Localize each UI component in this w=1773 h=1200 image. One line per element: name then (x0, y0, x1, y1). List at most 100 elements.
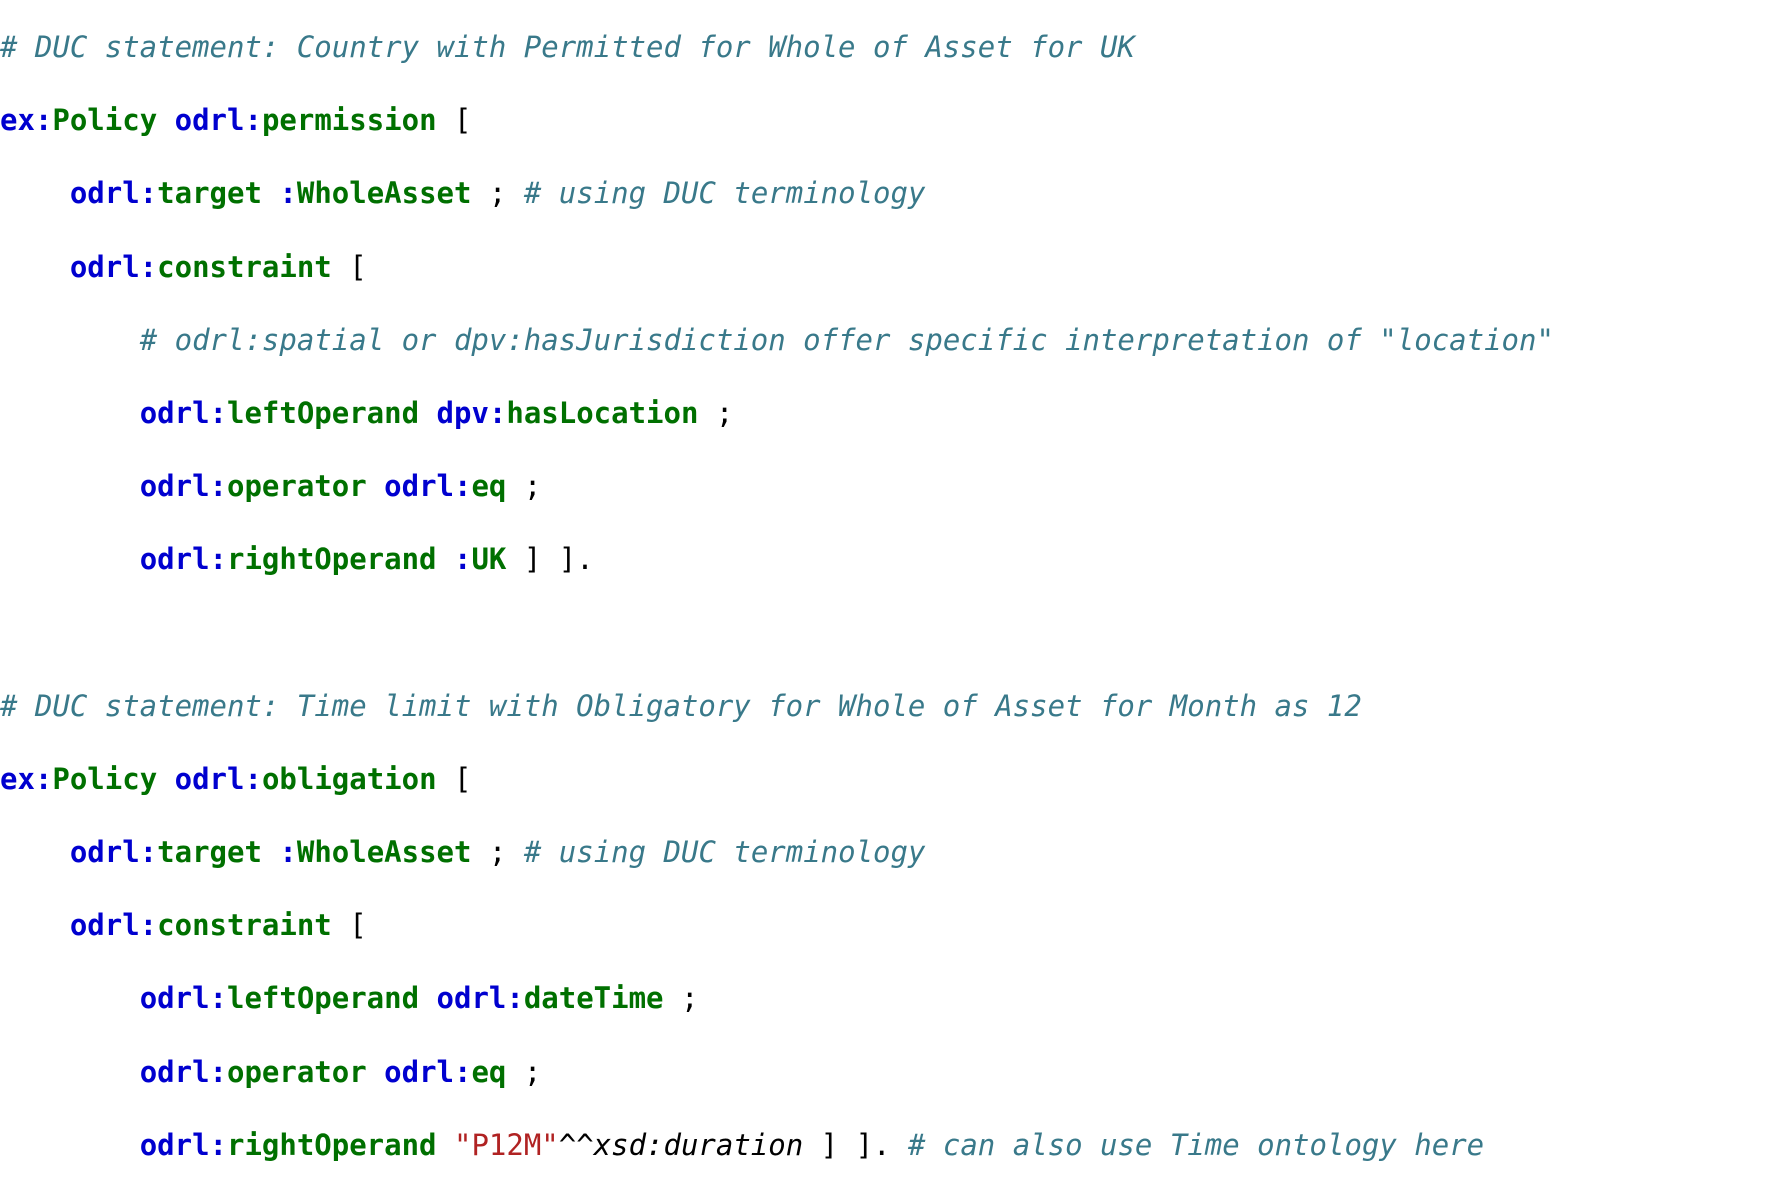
code-token-comment: # DUC statement: Time limit with Obligat… (0, 688, 1362, 723)
code-token-prefix: odrl: (174, 761, 262, 796)
code-token-prefix: dpv: (436, 395, 507, 430)
code-token-prefix: odrl: (384, 469, 472, 504)
code-token-prefix: odrl: (384, 1054, 472, 1089)
code-line (0, 615, 1773, 652)
code-token-punct: ; (471, 176, 524, 211)
code-token-prefix: odrl: (139, 1054, 227, 1089)
code-token-name: obligation (261, 761, 437, 796)
code-token-prefix: odrl: (139, 981, 227, 1016)
code-token-name: target (157, 176, 262, 211)
code-token-comment: # can also use Time ontology here (907, 1127, 1485, 1162)
code-line: # DUC statement: Country with Permitted … (0, 29, 1773, 66)
code-line: odrl:operator odrl:eq ; (0, 1054, 1773, 1091)
code-token-string: "P12M" (453, 1127, 559, 1162)
code-token-prefix: odrl: (69, 249, 158, 284)
code-token-name: dateTime (523, 981, 664, 1016)
code-token-punct: ; (698, 395, 734, 430)
code-line: # DUC statement: Time limit with Obligat… (0, 688, 1773, 725)
code-token-punct: ] ]. (803, 1127, 908, 1162)
code-line: odrl:operator odrl:eq ; (0, 468, 1773, 505)
code-token-comment: # using DUC terminology (523, 176, 926, 211)
code-token-punct: [ (436, 761, 472, 796)
code-token-blank (0, 616, 17, 650)
code-token-name: leftOperand (227, 395, 420, 430)
code-token-prefix: : (279, 835, 297, 870)
code-token-punct: ; (663, 981, 699, 1016)
code-token-punct: ; (471, 835, 524, 870)
code-token-prefix: odrl: (139, 469, 227, 504)
code-line: odrl:target :WholeAsset ; # using DUC te… (0, 834, 1773, 871)
code-token-prefix: odrl: (69, 908, 158, 943)
code-token-comment: # using DUC terminology (523, 835, 926, 870)
code-token-name: operator (227, 1054, 367, 1089)
code-token-prefix: : (453, 542, 472, 577)
code-token-prefix: : (279, 176, 297, 211)
code-token-prefix: odrl: (69, 835, 158, 870)
code-token-punct: ; (506, 1054, 542, 1089)
code-line: odrl:constraint [ (0, 249, 1773, 286)
code-token-prefix: odrl: (139, 1127, 227, 1162)
code-token-comment: # odrl:spatial or dpv:hasJurisdiction of… (139, 322, 1554, 357)
code-token-name: rightOperand (227, 1127, 437, 1162)
code-line: odrl:target :WholeAsset ; # using DUC te… (0, 175, 1773, 212)
code-token-name: rightOperand (227, 542, 437, 577)
code-token-datatype: xsd:duration (593, 1127, 804, 1162)
code-line: ex:Policy odrl:obligation [ (0, 761, 1773, 798)
code-line: ex:Policy odrl:permission [ (0, 102, 1773, 139)
code-token-prefix: odrl: (139, 542, 227, 577)
code-token-name: eq (471, 1054, 507, 1089)
code-line: odrl:constraint [ (0, 907, 1773, 944)
code-line: # odrl:spatial or dpv:hasJurisdiction of… (0, 322, 1773, 359)
code-token-name: leftOperand (227, 981, 420, 1016)
code-token-name: operator (227, 469, 367, 504)
code-token-punct: [ (331, 249, 367, 284)
code-token-name: Policy (52, 761, 158, 796)
code-token-prefix: odrl: (139, 395, 227, 430)
code-token-comment: # DUC statement: Country with Permitted … (0, 30, 1135, 64)
code-token-name: UK (471, 542, 507, 577)
code-token-name: constraint (157, 908, 332, 943)
code-token-punct: [ (331, 908, 367, 943)
code-token-prefix: odrl: (69, 176, 158, 211)
code-listing: # DUC statement: Country with Permitted … (0, 29, 1773, 1200)
code-token-prefix: odrl: (436, 981, 524, 1016)
code-token-prefix: odrl: (174, 103, 262, 138)
code-line: odrl:leftOperand odrl:dateTime ; (0, 980, 1773, 1017)
code-line: odrl:leftOperand dpv:hasLocation ; (0, 395, 1773, 432)
code-token-punct: ] ]. (506, 542, 594, 577)
code-token-prefix: ex: (0, 103, 53, 138)
code-token-name: target (157, 835, 262, 870)
code-token-name: permission (261, 103, 437, 138)
code-token-name: Policy (52, 103, 158, 138)
code-token-punct: [ (436, 103, 472, 138)
code-token-punct: ^^ (558, 1127, 594, 1162)
code-token-name: eq (471, 469, 507, 504)
code-token-name: hasLocation (506, 395, 699, 430)
code-line: odrl:rightOperand :UK ] ]. (0, 541, 1773, 578)
code-token-name: WholeAsset (296, 176, 472, 211)
code-token-punct: ; (506, 469, 542, 504)
code-token-prefix: ex: (0, 761, 53, 796)
code-token-name: WholeAsset (296, 835, 472, 870)
code-token-name: constraint (157, 249, 332, 284)
